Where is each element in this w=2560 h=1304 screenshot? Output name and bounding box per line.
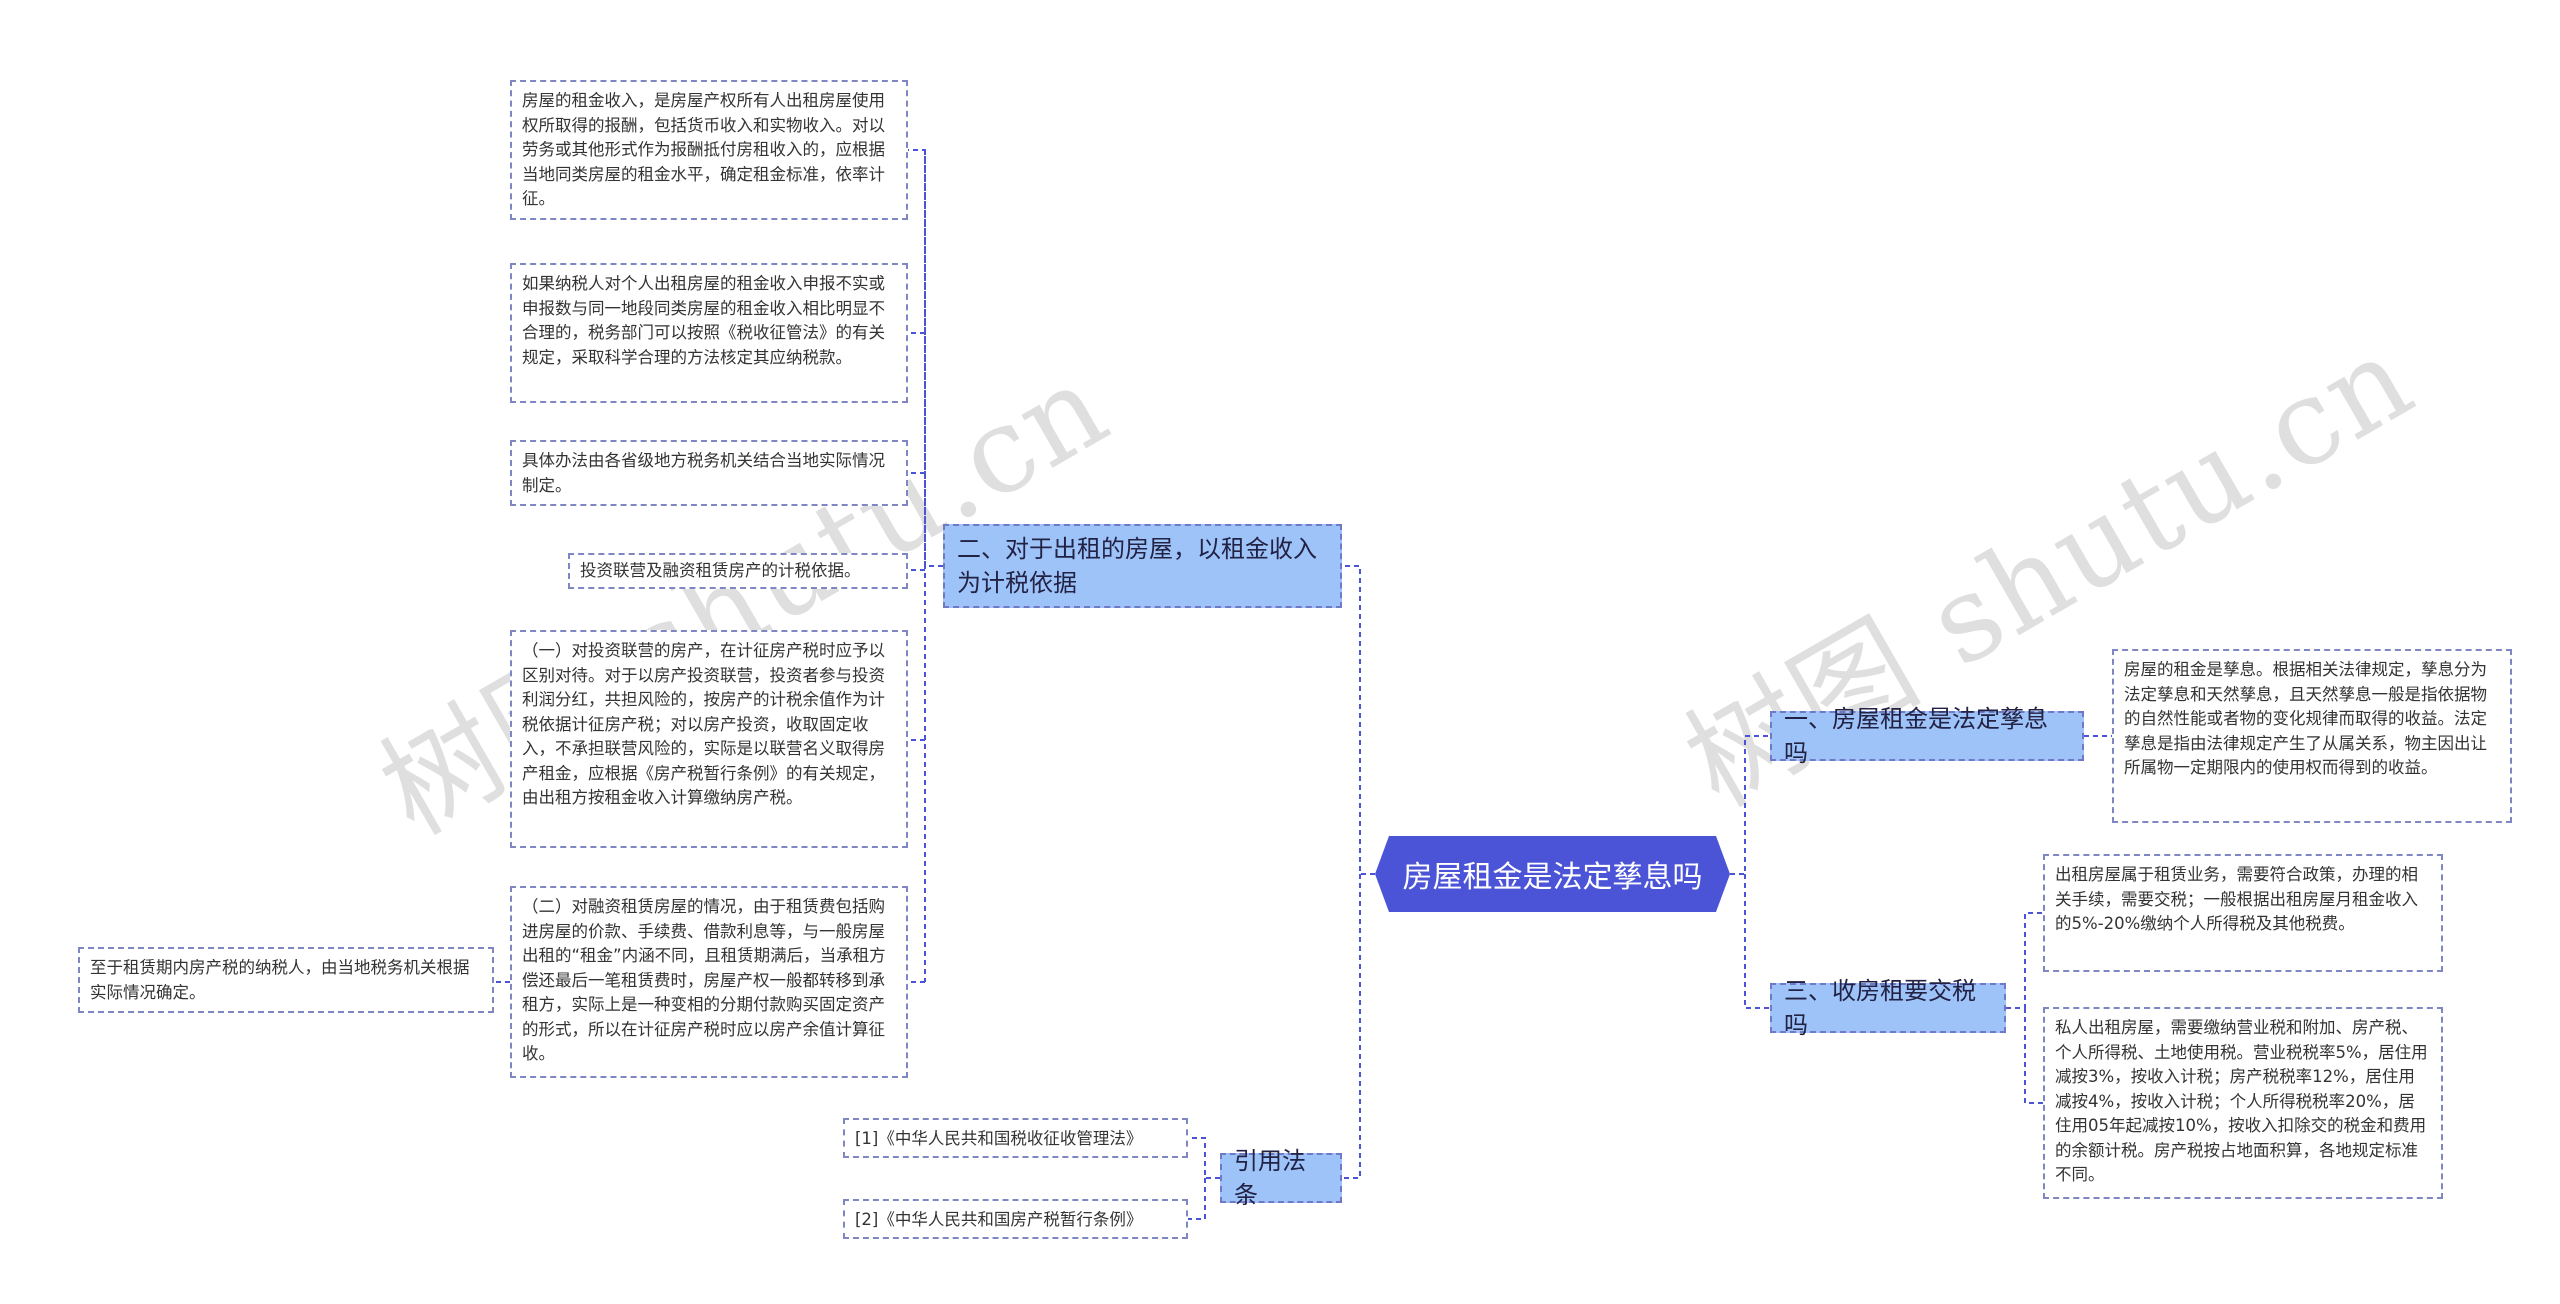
- connector-r2-leaf2: [2024, 1008, 2043, 1104]
- connector-root-left1: [1342, 565, 1375, 875]
- connector-root-left2: [1342, 874, 1361, 1179]
- branch-tax-basis[interactable]: 二、对于出租的房屋，以租金收入为计税依据: [943, 524, 1342, 608]
- leaf-lease-taxpayer[interactable]: 至于租赁期内房产税的纳税人，由当地税务机关根据实际情况确定。: [78, 947, 494, 1013]
- connector-b2-leaf2: [1188, 1178, 1206, 1220]
- connector-root-right1: [1730, 735, 1770, 875]
- leaf-citation-2[interactable]: [2]《中华人民共和国房产税暂行条例》: [843, 1199, 1188, 1239]
- branch-legal-fruit-label: 一、房屋租金是法定孳息吗: [1784, 705, 2048, 767]
- leaf-text: [2]《中华人民共和国房产税暂行条例》: [855, 1210, 1143, 1229]
- connector-r2-leaf1: [2006, 912, 2043, 1009]
- branch-citations-label: 引用法条: [1234, 1147, 1306, 1209]
- connector-b2-leaf1: [1188, 1137, 1220, 1179]
- leaf-false-declaration[interactable]: 如果纳税人对个人出租房屋的租金收入申报不实或申报数与同一地段同类房屋的租金收入相…: [510, 263, 908, 403]
- connector-root-right2: [1744, 874, 1770, 1009]
- leaf-text: 私人出租房屋，需要缴纳营业税和附加、房产税、个人所得税、土地使用税。营业税税率5…: [2055, 1018, 2428, 1184]
- leaf-investment-basis[interactable]: 投资联营及融资租赁房产的计税依据。: [568, 553, 908, 589]
- leaf-text: [1]《中华人民共和国税收征收管理法》: [855, 1129, 1143, 1148]
- leaf-citation-1[interactable]: [1]《中华人民共和国税收征收管理法》: [843, 1118, 1188, 1158]
- mind-map-canvas: 树图 shutu.cn 树图 shutu.cn 房屋租金是法定孳息吗 一、房屋租…: [0, 0, 2560, 1304]
- leaf-text: 具体办法由各省级地方税务机关结合当地实际情况制定。: [522, 451, 885, 495]
- root-topic-label: 房屋租金是法定孳息吗: [1402, 860, 1703, 895]
- leaf-rent-tax-rates[interactable]: 私人出租房屋，需要缴纳营业税和附加、房产税、个人所得税、土地使用税。营业税税率5…: [2043, 1007, 2443, 1199]
- leaf-text: （一）对投资联营的房产，在计征房产税时应予以区别对待。对于以房产投资联营，投资者…: [522, 641, 885, 807]
- leaf-legal-fruit-explanation[interactable]: 房屋的租金是孳息。根据相关法律规定，孳息分为法定孳息和天然孳息，且天然孳息一般是…: [2112, 649, 2512, 823]
- leaf-text: 如果纳税人对个人出租房屋的租金收入申报不实或申报数与同一地段同类房屋的租金收入相…: [522, 274, 885, 367]
- leaf-rent-tax-general[interactable]: 出租房屋属于租赁业务，需要符合政策，办理的相关手续，需要交税；一般根据出租房屋月…: [2043, 854, 2443, 972]
- branch-legal-fruit[interactable]: 一、房屋租金是法定孳息吗: [1770, 705, 2084, 767]
- branch-citations[interactable]: 引用法条: [1220, 1147, 1342, 1209]
- leaf-investment-joint[interactable]: （一）对投资联营的房产，在计征房产税时应予以区别对待。对于以房产投资联营，投资者…: [510, 630, 908, 848]
- leaf-text: 至于租赁期内房产税的纳税人，由当地税务机关根据实际情况确定。: [90, 958, 470, 1002]
- branch-tax-basis-label: 二、对于出租的房屋，以租金收入为计税依据: [957, 535, 1317, 597]
- leaf-text: （二）对融资租赁房屋的情况，由于租赁费包括购进房屋的价款、手续费、借款利息等，与…: [522, 897, 886, 1063]
- leaf-provincial-rules[interactable]: 具体办法由各省级地方税务机关结合当地实际情况制定。: [510, 440, 908, 506]
- leaf-text: 房屋的租金收入，是房屋产权所有人出租房屋使用权所取得的报酬，包括货币收入和实物收…: [522, 91, 885, 208]
- leaf-text: 房屋的租金是孳息。根据相关法律规定，孳息分为法定孳息和天然孳息，且天然孳息一般是…: [2124, 660, 2487, 777]
- leaf-text: 出租房屋属于租赁业务，需要符合政策，办理的相关手续，需要交税；一般根据出租房屋月…: [2055, 865, 2418, 933]
- root-topic[interactable]: 房屋租金是法定孳息吗: [1375, 836, 1730, 912]
- leaf-financing-lease[interactable]: （二）对融资租赁房屋的情况，由于租赁费包括购进房屋的价款、手续费、借款利息等，与…: [510, 886, 908, 1078]
- branch-rent-tax[interactable]: 三、收房租要交税吗: [1770, 977, 2006, 1039]
- branch-rent-tax-label: 三、收房租要交税吗: [1784, 977, 1976, 1039]
- leaf-text: 投资联营及融资租赁房产的计税依据。: [580, 561, 861, 580]
- leaf-rental-income[interactable]: 房屋的租金收入，是房屋产权所有人出租房屋使用权所取得的报酬，包括货币收入和实物收…: [510, 80, 908, 220]
